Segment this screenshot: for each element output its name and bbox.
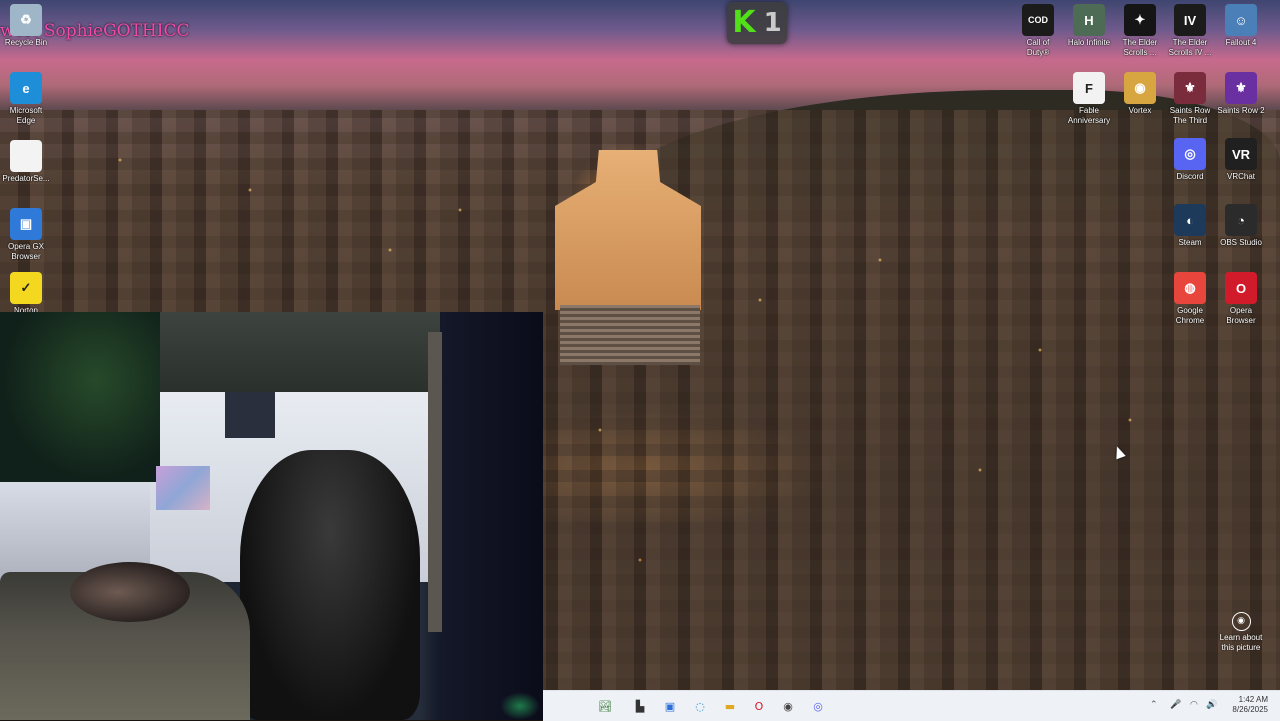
saints-row-2-icon: ⚜ [1225, 72, 1257, 104]
desktop-icon[interactable]: PredatorSe... [0, 140, 52, 184]
webcam-feed [0, 312, 543, 720]
elder-scrolls-iv-icon: IV [1174, 4, 1206, 36]
tray-volume-icon[interactable]: 🔊 [1206, 700, 1217, 710]
desktop-icon-label: Halo Infinite [1067, 38, 1111, 47]
vortex-icon: ◉ [1124, 72, 1156, 104]
steam-icon: ◐ [1174, 204, 1206, 236]
desktop-icon-label: Saints Row The Third [1169, 106, 1211, 125]
desktop-icon-label: The Elder Scrolls IV ... [1168, 38, 1212, 57]
desktop-icon[interactable]: ◉ Vortex [1114, 72, 1166, 116]
desktop-icon-label: Steam [1178, 238, 1202, 247]
tray-wifi-icon[interactable]: ◠ [1190, 700, 1198, 710]
webcam-poster [156, 466, 210, 510]
edge-icon: e [10, 72, 42, 104]
desktop-icon-label: Vortex [1128, 106, 1152, 115]
desktop-icon-label: OBS Studio [1220, 238, 1262, 247]
desktop-icon-label: Opera GX Browser [7, 242, 44, 261]
desktop-icon[interactable]: IV The Elder Scrolls IV ... [1164, 4, 1216, 58]
desktop-icon-label: Google Chrome [1175, 306, 1205, 325]
desktop-icon-label: Discord [1176, 172, 1204, 181]
desktop-icon[interactable]: ▣ Opera GX Browser [0, 208, 52, 262]
fallout-4-icon: ☺ [1225, 4, 1257, 36]
taskbar: 🏞 ▙ ▣ ◌ ▬ O ◉ ◎ ⌃ 🎤 ◠ 🔊 1:42 AM 8/26/2025 [543, 690, 1280, 721]
taskbar-edge-icon[interactable]: ◌ [690, 696, 710, 716]
desktop-icon-label: Fable Anniversary [1067, 106, 1111, 125]
desktop-icon[interactable]: F Fable Anniversary [1063, 72, 1115, 126]
webcam-poster [225, 392, 275, 438]
desktop-icon-label: Recycle Bin [4, 38, 48, 47]
learn-about-picture[interactable]: ◉ Learn about this picture [1216, 612, 1266, 653]
desktop-icon[interactable]: O Opera Browser [1215, 272, 1267, 326]
camera-icon: ◉ [1231, 612, 1251, 631]
clock-time: 1:42 AM [1238, 695, 1268, 704]
desktop-icon-label: Microsoft Edge [9, 106, 43, 125]
elder-scrolls-icon: ✦ [1124, 4, 1156, 36]
taskbar-clock[interactable]: 1:42 AM 8/26/2025 [1232, 695, 1268, 715]
webcam-tapestry [0, 312, 160, 482]
norton-icon: ✓ [10, 272, 42, 304]
desktop-icon-label: Saints Row 2 [1217, 106, 1265, 115]
taskbar-widgets-icon[interactable]: 🏞 [595, 696, 615, 716]
webcam-doorframe [428, 332, 442, 632]
opera-gx-icon: ▣ [10, 208, 42, 240]
kick-viewer-badge: K 1 [727, 2, 787, 44]
file-icon [10, 140, 42, 172]
kick-viewer-count: 1 [763, 8, 782, 38]
vrchat-icon: VR [1225, 138, 1257, 170]
webcam-plant [500, 692, 540, 720]
webcam-sleeper [70, 562, 190, 622]
taskbar-store-icon[interactable]: ▣ [660, 696, 680, 716]
desktop-icon[interactable]: ✦ The Elder Scrolls ... [1114, 4, 1166, 58]
desktop-icon[interactable]: ♻ Recycle Bin [0, 4, 52, 48]
desktop-icon[interactable]: ✓ Norton [0, 272, 52, 316]
desktop-icon[interactable]: H Halo Infinite [1063, 4, 1115, 48]
desktop-icon-label: Opera Browser [1226, 306, 1256, 325]
kick-logo: K [732, 5, 756, 40]
desktop-icon[interactable]: ◍ Google Chrome [1164, 272, 1216, 326]
webcam-ceiling [140, 312, 440, 392]
recycle-bin-icon: ♻ [10, 4, 42, 36]
opera-icon: O [1225, 272, 1257, 304]
learn-about-picture-label: Learn about this picture [1219, 633, 1263, 652]
obs-studio-icon: ◔ [1225, 204, 1257, 236]
desktop-icon-label: Fallout 4 [1225, 38, 1257, 47]
desktop-icon[interactable]: ◔ OBS Studio [1215, 204, 1267, 248]
desktop-icon[interactable]: ⚜ Saints Row The Third [1164, 72, 1216, 126]
call-of-duty-icon: COD [1022, 4, 1054, 36]
taskbar-explorer-icon[interactable]: ▬ [720, 696, 740, 716]
system-tray: ⌃ 🎤 ◠ 🔊 1:42 AM 8/26/2025 [1150, 691, 1280, 721]
discord-icon: ◎ [1174, 138, 1206, 170]
desktop-icon-label: Call of Duty® [1026, 38, 1050, 57]
saints-row-the-third-icon: ⚜ [1174, 72, 1206, 104]
fable-icon: F [1073, 72, 1105, 104]
desktop-icon[interactable]: ◐ Steam [1164, 204, 1216, 248]
taskbar-discord-icon[interactable]: ◎ [808, 696, 828, 716]
desktop-icon[interactable]: ◎ Discord [1164, 138, 1216, 182]
desktop-icon[interactable]: ☺ Fallout 4 [1215, 4, 1267, 48]
webcam-chair [240, 450, 420, 720]
desktop-icon[interactable]: COD Call of Duty® [1012, 4, 1064, 58]
desktop-icon-label: VRChat [1226, 172, 1255, 181]
taskbar-opera-icon[interactable]: O [749, 696, 769, 716]
taskbar-taskview-icon[interactable]: ▙ [630, 696, 650, 716]
tray-mic-icon[interactable]: 🎤 [1170, 700, 1181, 710]
clock-date: 8/26/2025 [1232, 705, 1268, 714]
halo-infinite-icon: H [1073, 4, 1105, 36]
tray-chevron-up-icon[interactable]: ⌃ [1150, 700, 1158, 710]
desktop-icon-label: PredatorSe... [2, 174, 50, 183]
desktop-icon[interactable]: e Microsoft Edge [0, 72, 52, 126]
desktop-icon-label: The Elder Scrolls ... [1122, 38, 1158, 57]
desktop-icon[interactable]: ⚜ Saints Row 2 [1215, 72, 1267, 116]
taskbar-app-icon[interactable]: ◉ [778, 696, 798, 716]
desktop-icon[interactable]: VR VRChat [1215, 138, 1267, 182]
chrome-icon: ◍ [1174, 272, 1206, 304]
